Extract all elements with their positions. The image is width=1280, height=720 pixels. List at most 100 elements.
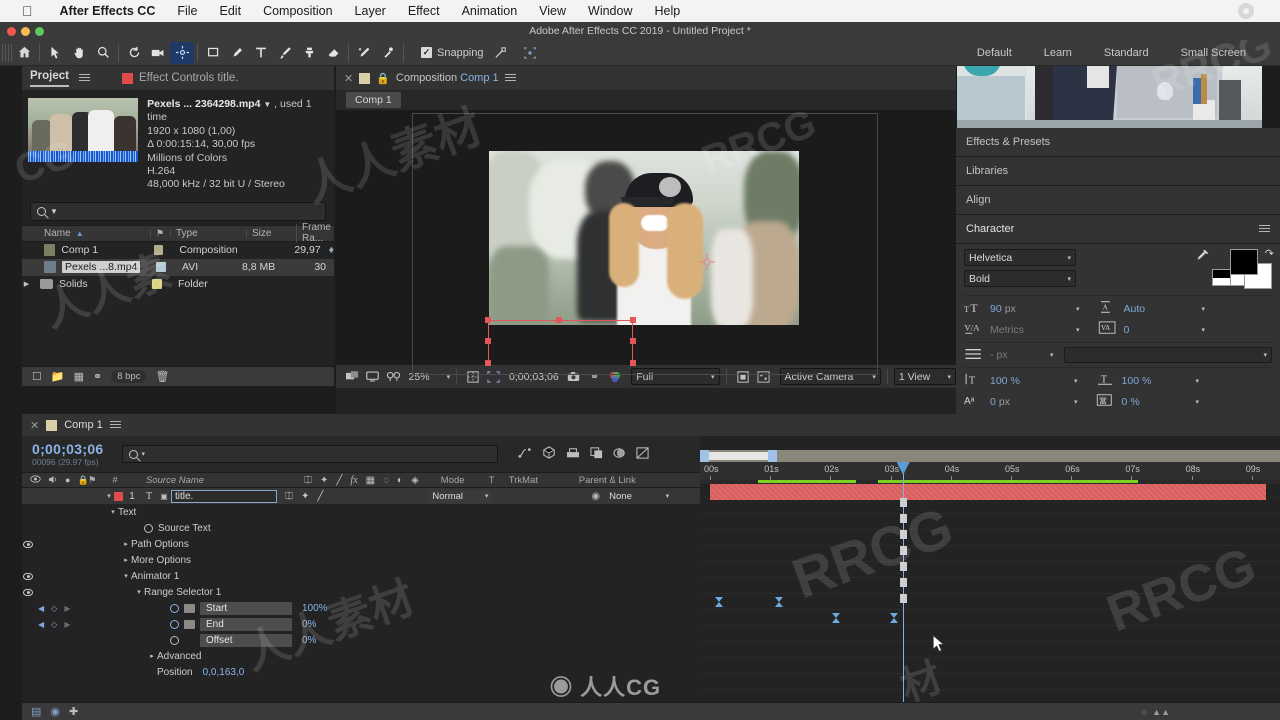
timeline-row-track[interactable] — [700, 658, 1280, 674]
folder-twirl-icon[interactable]: ▶ — [22, 280, 31, 288]
collapse-switch-icon[interactable]: ✦ — [301, 491, 309, 502]
layer-blend-mode-dropdown[interactable]: Normal ▾ — [429, 489, 492, 503]
delete-icon[interactable]: 🗑 — [155, 370, 169, 383]
baseline-shift-dropdown-icon[interactable]: ▾ — [1074, 398, 1078, 406]
table-row[interactable]: ▶ Solids Folder — [22, 276, 334, 293]
sort-asc-icon[interactable]: ▲ — [76, 229, 84, 238]
workspace-small-screen[interactable]: Small Screen — [1165, 47, 1262, 59]
stopwatch-icon[interactable] — [170, 603, 179, 613]
character-panel-menu-icon[interactable] — [1259, 224, 1270, 234]
playhead[interactable] — [896, 462, 910, 720]
selection-handle[interactable] — [485, 360, 491, 366]
color-depth-icon[interactable]: ⚭ — [93, 370, 102, 383]
selection-handle[interactable] — [485, 317, 491, 323]
property-twirl-icon[interactable]: ▾ — [134, 588, 144, 596]
project-settings-icon[interactable]: ▦ — [74, 370, 84, 383]
keyframe-toggle-icon[interactable]: ◇ — [51, 620, 57, 629]
breadcrumb-item-comp1[interactable]: Comp 1 — [346, 92, 401, 108]
panel-character[interactable]: Character — [956, 215, 1280, 244]
hand-tool-icon[interactable] — [67, 42, 91, 64]
3d-view-icon[interactable] — [383, 367, 404, 387]
motion-blur-toggle-icon[interactable] — [612, 447, 626, 462]
layer-twirl-icon[interactable]: ▾ — [104, 492, 114, 500]
work-area-bar[interactable] — [700, 450, 1280, 462]
work-area-end-handle[interactable] — [768, 450, 777, 462]
type-tool-icon[interactable] — [249, 42, 273, 64]
timeline-row-track[interactable] — [700, 594, 1280, 610]
close-icon[interactable]: ✕ — [344, 72, 353, 85]
layer-duration-bar[interactable] — [710, 484, 1266, 500]
next-keyframe-icon[interactable]: ▶ — [64, 620, 70, 629]
apple-icon[interactable]:  — [22, 4, 33, 18]
hide-shy-icon[interactable] — [635, 446, 649, 462]
menu-item-window[interactable]: Window — [577, 4, 643, 18]
selection-handle[interactable] — [630, 338, 636, 344]
menu-item-composition[interactable]: Composition — [252, 4, 343, 18]
font-size-dropdown-icon[interactable]: ▾ — [1076, 305, 1080, 313]
property-twirl-icon[interactable]: ▸ — [121, 540, 131, 548]
stroke-type-dropdown[interactable]: ▾ — [1063, 347, 1272, 363]
shy-switch-icon[interactable]: ⎅ — [285, 491, 293, 502]
tracking-value[interactable]: 0 — [1124, 324, 1202, 336]
kerning-value[interactable]: Metrics — [990, 324, 1076, 336]
column-header-name[interactable]: Name — [44, 228, 71, 239]
views-dropdown[interactable]: 1 View ▾ — [893, 368, 957, 385]
property-twirl-icon[interactable]: ▾ — [108, 508, 118, 516]
menu-item-view[interactable]: View — [528, 4, 577, 18]
tab-project[interactable]: Project — [30, 70, 69, 87]
prev-keyframe-icon[interactable]: ◀ — [38, 604, 44, 613]
comp-button-icon[interactable]: ✚ — [69, 705, 78, 718]
property-value[interactable]: 100% — [292, 603, 328, 614]
panel-libraries[interactable]: Libraries — [956, 157, 1280, 186]
anchor-point-icon[interactable] — [699, 254, 715, 270]
clone-stamp-tool-icon[interactable] — [297, 42, 321, 64]
time-ruler[interactable]: 00s 01s 02s 03s 04s 05s 06s 07s 08s 09s — [700, 462, 1280, 482]
puppet-tool-icon[interactable] — [376, 42, 400, 64]
work-area-span[interactable] — [709, 452, 768, 460]
menu-item-file[interactable]: File — [166, 4, 208, 18]
color-swatches[interactable]: ↷ — [1212, 248, 1274, 289]
eraser-tool-icon[interactable] — [321, 42, 345, 64]
property-visibility-icon[interactable] — [23, 572, 33, 580]
draft-3d-icon[interactable] — [589, 446, 603, 462]
close-icon[interactable]: ✕ — [30, 419, 39, 432]
font-style-dropdown[interactable]: Bold ▾ — [964, 270, 1076, 287]
selection-handle[interactable] — [630, 360, 636, 366]
timeline-search-input[interactable]: ▾ — [121, 445, 498, 463]
property-value[interactable]: 0% — [292, 635, 316, 646]
tracking-dropdown-icon[interactable]: ▾ — [1202, 326, 1206, 334]
stroke-width-value[interactable]: - — [990, 349, 994, 361]
selection-handle[interactable] — [556, 317, 562, 323]
composition-mini-flow-icon[interactable] — [566, 447, 580, 462]
roto-brush-tool-icon[interactable] — [352, 42, 376, 64]
quality-switch-icon[interactable]: ╱ — [317, 491, 323, 502]
3d-renderer-icon[interactable] — [542, 446, 556, 462]
property-value[interactable]: 0,0,163,0 — [193, 667, 245, 678]
leading-value[interactable]: Auto — [1124, 303, 1202, 315]
property-twirl-icon[interactable]: ▸ — [147, 652, 157, 660]
graph-icon[interactable] — [184, 603, 195, 613]
property-label[interactable]: Start — [200, 601, 292, 615]
kerning-dropdown-icon[interactable]: ▾ — [1076, 326, 1080, 334]
selection-handle[interactable] — [630, 317, 636, 323]
timeline-row-track[interactable] — [700, 642, 1280, 658]
selection-handle[interactable] — [485, 338, 491, 344]
stopwatch-icon[interactable] — [170, 619, 179, 629]
label-color-swatch[interactable] — [152, 279, 162, 290]
shape-tool-icon[interactable] — [201, 42, 225, 64]
horizontal-scale-value[interactable]: 100 — [1122, 375, 1140, 387]
leading-dropdown-icon[interactable]: ▾ — [1202, 305, 1206, 313]
layer-parent-dropdown[interactable]: None ▾ — [606, 490, 672, 503]
anchor-point-tool-icon[interactable] — [170, 41, 194, 64]
stroke-width-dropdown-icon[interactable]: ▾ — [1050, 351, 1054, 359]
column-header-framerate[interactable]: Frame Ra... — [302, 222, 331, 244]
timeline-row-track[interactable] — [700, 514, 1280, 530]
snap-bounds-icon[interactable] — [518, 42, 542, 64]
snapping-checkbox[interactable]: ✓ — [421, 47, 432, 58]
timeline-graph-area[interactable]: 00s 01s 02s 03s 04s 05s 06s 07s 08s 09s — [700, 436, 1280, 720]
toggle-switches-modes-icon[interactable]: ▤ — [31, 705, 41, 718]
property-value[interactable]: 0% — [292, 619, 316, 630]
brush-tool-icon[interactable] — [273, 42, 297, 64]
label-color-swatch[interactable] — [153, 245, 164, 256]
workspace-standard[interactable]: Standard — [1088, 47, 1165, 59]
